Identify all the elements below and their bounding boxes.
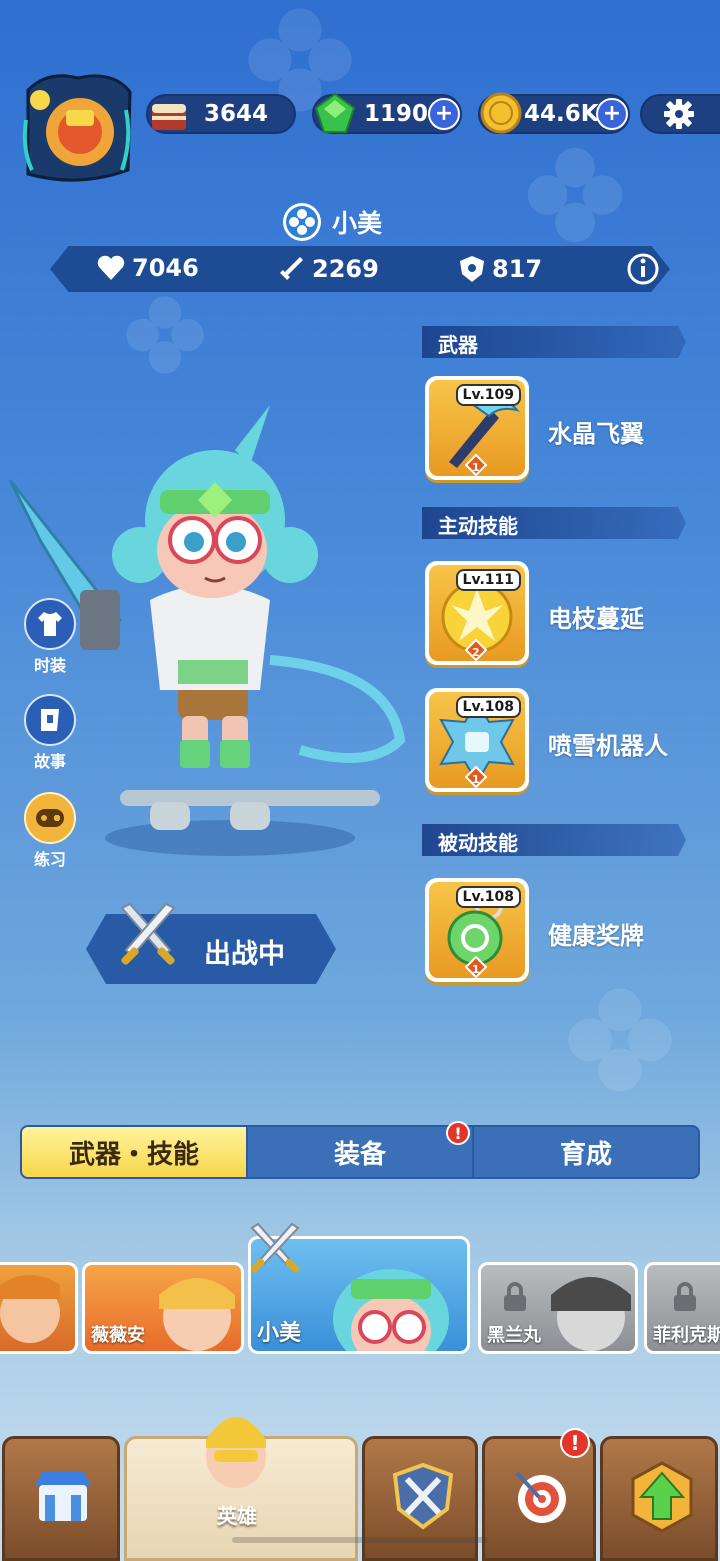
hero-roster-card-locked[interactable]: 菲利克斯 xyxy=(644,1262,720,1354)
tab-equipment[interactable]: 装备 xyxy=(248,1127,474,1177)
hero-name-row: 小美 xyxy=(282,202,382,242)
gem-value: 1190 xyxy=(364,101,429,127)
element-icon xyxy=(283,203,321,241)
upgrade-arrow-icon xyxy=(631,1461,693,1533)
home-indicator xyxy=(232,1537,488,1543)
nav-shop[interactable] xyxy=(2,1436,120,1561)
stamina-counter: 3644 xyxy=(146,94,296,134)
hero-name: 小美 xyxy=(332,209,383,238)
gem-icon xyxy=(314,92,356,133)
tab-growth[interactable]: 育成 xyxy=(474,1127,698,1177)
stamina-value: 3644 xyxy=(204,101,269,127)
weapon-section-label: 武器 xyxy=(438,333,478,357)
bg-flower-decoration xyxy=(568,988,672,1092)
passive-skill-level: Lv.108 xyxy=(455,886,521,908)
player-avatar[interactable] xyxy=(18,70,134,186)
attack-value: 2269 xyxy=(312,255,379,283)
attack-stat: 2269 xyxy=(276,254,379,284)
info-icon[interactable] xyxy=(626,252,660,286)
nav-upgrade[interactable] xyxy=(600,1436,718,1561)
coin-counter: 44.6K + xyxy=(478,92,630,134)
heart-icon xyxy=(97,255,125,280)
gamepad-icon xyxy=(36,809,64,827)
weapon-section-header: 武器 xyxy=(422,326,686,358)
active-skill-section-header: 主动技能 xyxy=(422,507,686,539)
target-icon xyxy=(515,1471,566,1523)
hero-roster-name: 薇薇安 xyxy=(91,1325,145,1346)
hero-roster-name: 小美 xyxy=(257,1321,302,1346)
settings-button[interactable] xyxy=(640,94,720,134)
fashion-button[interactable] xyxy=(24,598,76,650)
gem-counter: 1190 + xyxy=(312,92,462,134)
fashion-label: 时装 xyxy=(33,656,66,675)
active-skill-1-name: 电枝蔓延 xyxy=(548,605,644,633)
weapon-name: 水晶飞翼 xyxy=(548,420,644,448)
practice-button[interactable] xyxy=(24,792,76,844)
defense-value: 817 xyxy=(492,255,543,283)
bg-flower-decoration xyxy=(126,296,204,374)
passive-skill-section-header: 被动技能 xyxy=(422,824,686,856)
hero-nav-icon xyxy=(206,1417,266,1488)
crossed-swords-icon xyxy=(250,1222,300,1273)
shield-icon xyxy=(460,256,484,282)
cake-icon xyxy=(152,104,186,130)
practice-label: 练习 xyxy=(33,850,66,869)
book-icon xyxy=(41,709,59,731)
hero-roster-card[interactable]: 薇薇安 xyxy=(82,1262,244,1354)
active-skill-1-level: Lv.111 xyxy=(455,569,521,591)
hero-roster-name: 黑兰丸 xyxy=(487,1325,541,1346)
hero-detail-tabs: 武器・技能 装备 育成 xyxy=(20,1125,700,1179)
hero-portrait xyxy=(0,1275,60,1343)
add-gems-button[interactable]: + xyxy=(428,98,460,130)
add-coins-button[interactable]: + xyxy=(596,98,628,130)
passive-skill-rank: 1 xyxy=(472,963,480,976)
defense-stat: 817 xyxy=(458,254,542,284)
shirt-icon xyxy=(38,612,62,636)
active-skill-2-name: 喷雪机器人 xyxy=(548,732,668,760)
shop-icon xyxy=(35,1471,91,1521)
sword-icon xyxy=(280,257,303,280)
deployed-label: 出战中 xyxy=(204,939,285,970)
active-skill-2-level: Lv.108 xyxy=(455,696,521,718)
hero-roster-name: 菲利克斯 xyxy=(653,1325,720,1346)
active-skill-2-rank: 1 xyxy=(472,773,480,786)
crossed-swords-icon xyxy=(120,902,176,965)
hp-stat: 7046 xyxy=(96,254,199,282)
lock-icon xyxy=(674,1282,696,1311)
passive-skill-card[interactable]: Lv.108 1 xyxy=(425,878,529,982)
nav-heroes-label: 英雄 xyxy=(217,1504,257,1528)
passive-skill-name: 健康奖牌 xyxy=(548,922,644,950)
active-skill-card-1[interactable]: Lv.111 2 xyxy=(425,561,529,665)
weapon-level: Lv.109 xyxy=(455,384,521,406)
coin-icon xyxy=(480,92,522,134)
events-alert-badge: ! xyxy=(560,1428,590,1458)
active-skill-1-rank: 2 xyxy=(472,646,480,659)
hero-roster-card[interactable] xyxy=(0,1262,78,1354)
passive-skill-section-label: 被动技能 xyxy=(438,831,518,855)
battle-shield-icon xyxy=(392,1462,454,1530)
gear-icon xyxy=(664,99,694,129)
bg-flower-decoration xyxy=(527,147,623,243)
active-skill-card-2[interactable]: Lv.108 1 xyxy=(425,688,529,792)
hero-roster-card-locked[interactable]: 黑兰丸 xyxy=(478,1262,638,1354)
hp-value: 7046 xyxy=(132,254,199,282)
active-skill-section-label: 主动技能 xyxy=(438,514,518,538)
story-label: 故事 xyxy=(33,752,66,771)
weapon-card[interactable]: Lv.109 1 xyxy=(425,376,529,480)
coin-value: 44.6K xyxy=(524,101,599,127)
lock-icon xyxy=(504,1282,526,1311)
weapon-rank: 1 xyxy=(472,461,480,474)
tab-weapon-skill[interactable]: 武器・技能 xyxy=(22,1127,248,1177)
story-button[interactable] xyxy=(24,694,76,746)
equipment-alert-badge: ! xyxy=(446,1121,470,1145)
